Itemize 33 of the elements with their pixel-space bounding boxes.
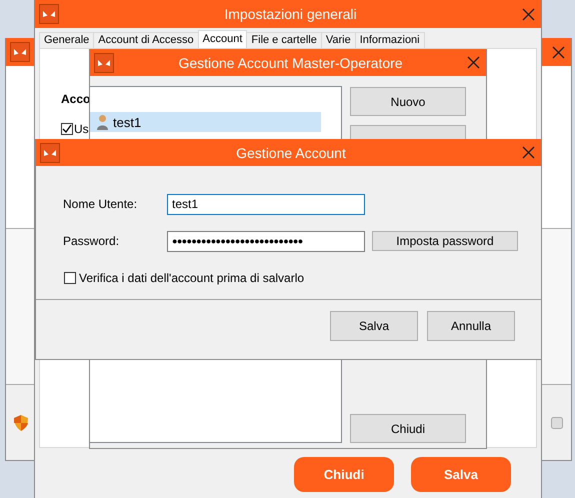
window-title: Gestione Account — [235, 144, 347, 160]
app-logo-icon — [10, 42, 30, 62]
field-label: Nome Utente: — [63, 197, 138, 211]
status-square-icon — [551, 416, 563, 428]
section-heading: Acco — [61, 92, 90, 106]
close-button[interactable]: Chiudi — [350, 414, 466, 443]
checkbox[interactable] — [64, 272, 76, 284]
window-title: Gestione Account Master-Operatore — [177, 54, 404, 70]
app-logo-icon — [40, 142, 60, 162]
account-item[interactable]: test1 — [90, 112, 321, 132]
tab[interactable]: Informazioni — [354, 32, 425, 48]
input-field[interactable]: test1 — [167, 194, 365, 214]
input-field[interactable]: ●●●●●●●●●●●●●●●●●●●●●●●●●●● — [167, 230, 365, 252]
tab[interactable]: Account — [198, 30, 248, 48]
checkbox-label: Verifica i dati dell'account prima di salvarlo — [79, 271, 304, 285]
dialog-button[interactable]: Salva — [330, 311, 418, 341]
window-title: Impostazioni generali — [223, 6, 358, 22]
close-icon[interactable] — [552, 46, 565, 58]
checkbox-label: Us — [74, 122, 89, 136]
app-logo-icon — [94, 52, 114, 72]
user-icon — [96, 114, 109, 130]
field-label: Password: — [63, 234, 120, 248]
tab[interactable]: Generale — [39, 32, 94, 48]
close-icon[interactable] — [467, 56, 480, 69]
dialog-button[interactable]: Annulla — [427, 311, 515, 341]
set-password-button[interactable]: Imposta password — [372, 231, 518, 251]
checkbox[interactable] — [61, 123, 73, 135]
app-logo-icon — [39, 4, 59, 24]
account-name: test1 — [113, 114, 142, 130]
close-icon[interactable] — [522, 8, 535, 20]
new-button[interactable]: Nuovo — [350, 87, 466, 116]
shield-icon — [14, 414, 28, 430]
close-icon[interactable] — [522, 146, 535, 159]
